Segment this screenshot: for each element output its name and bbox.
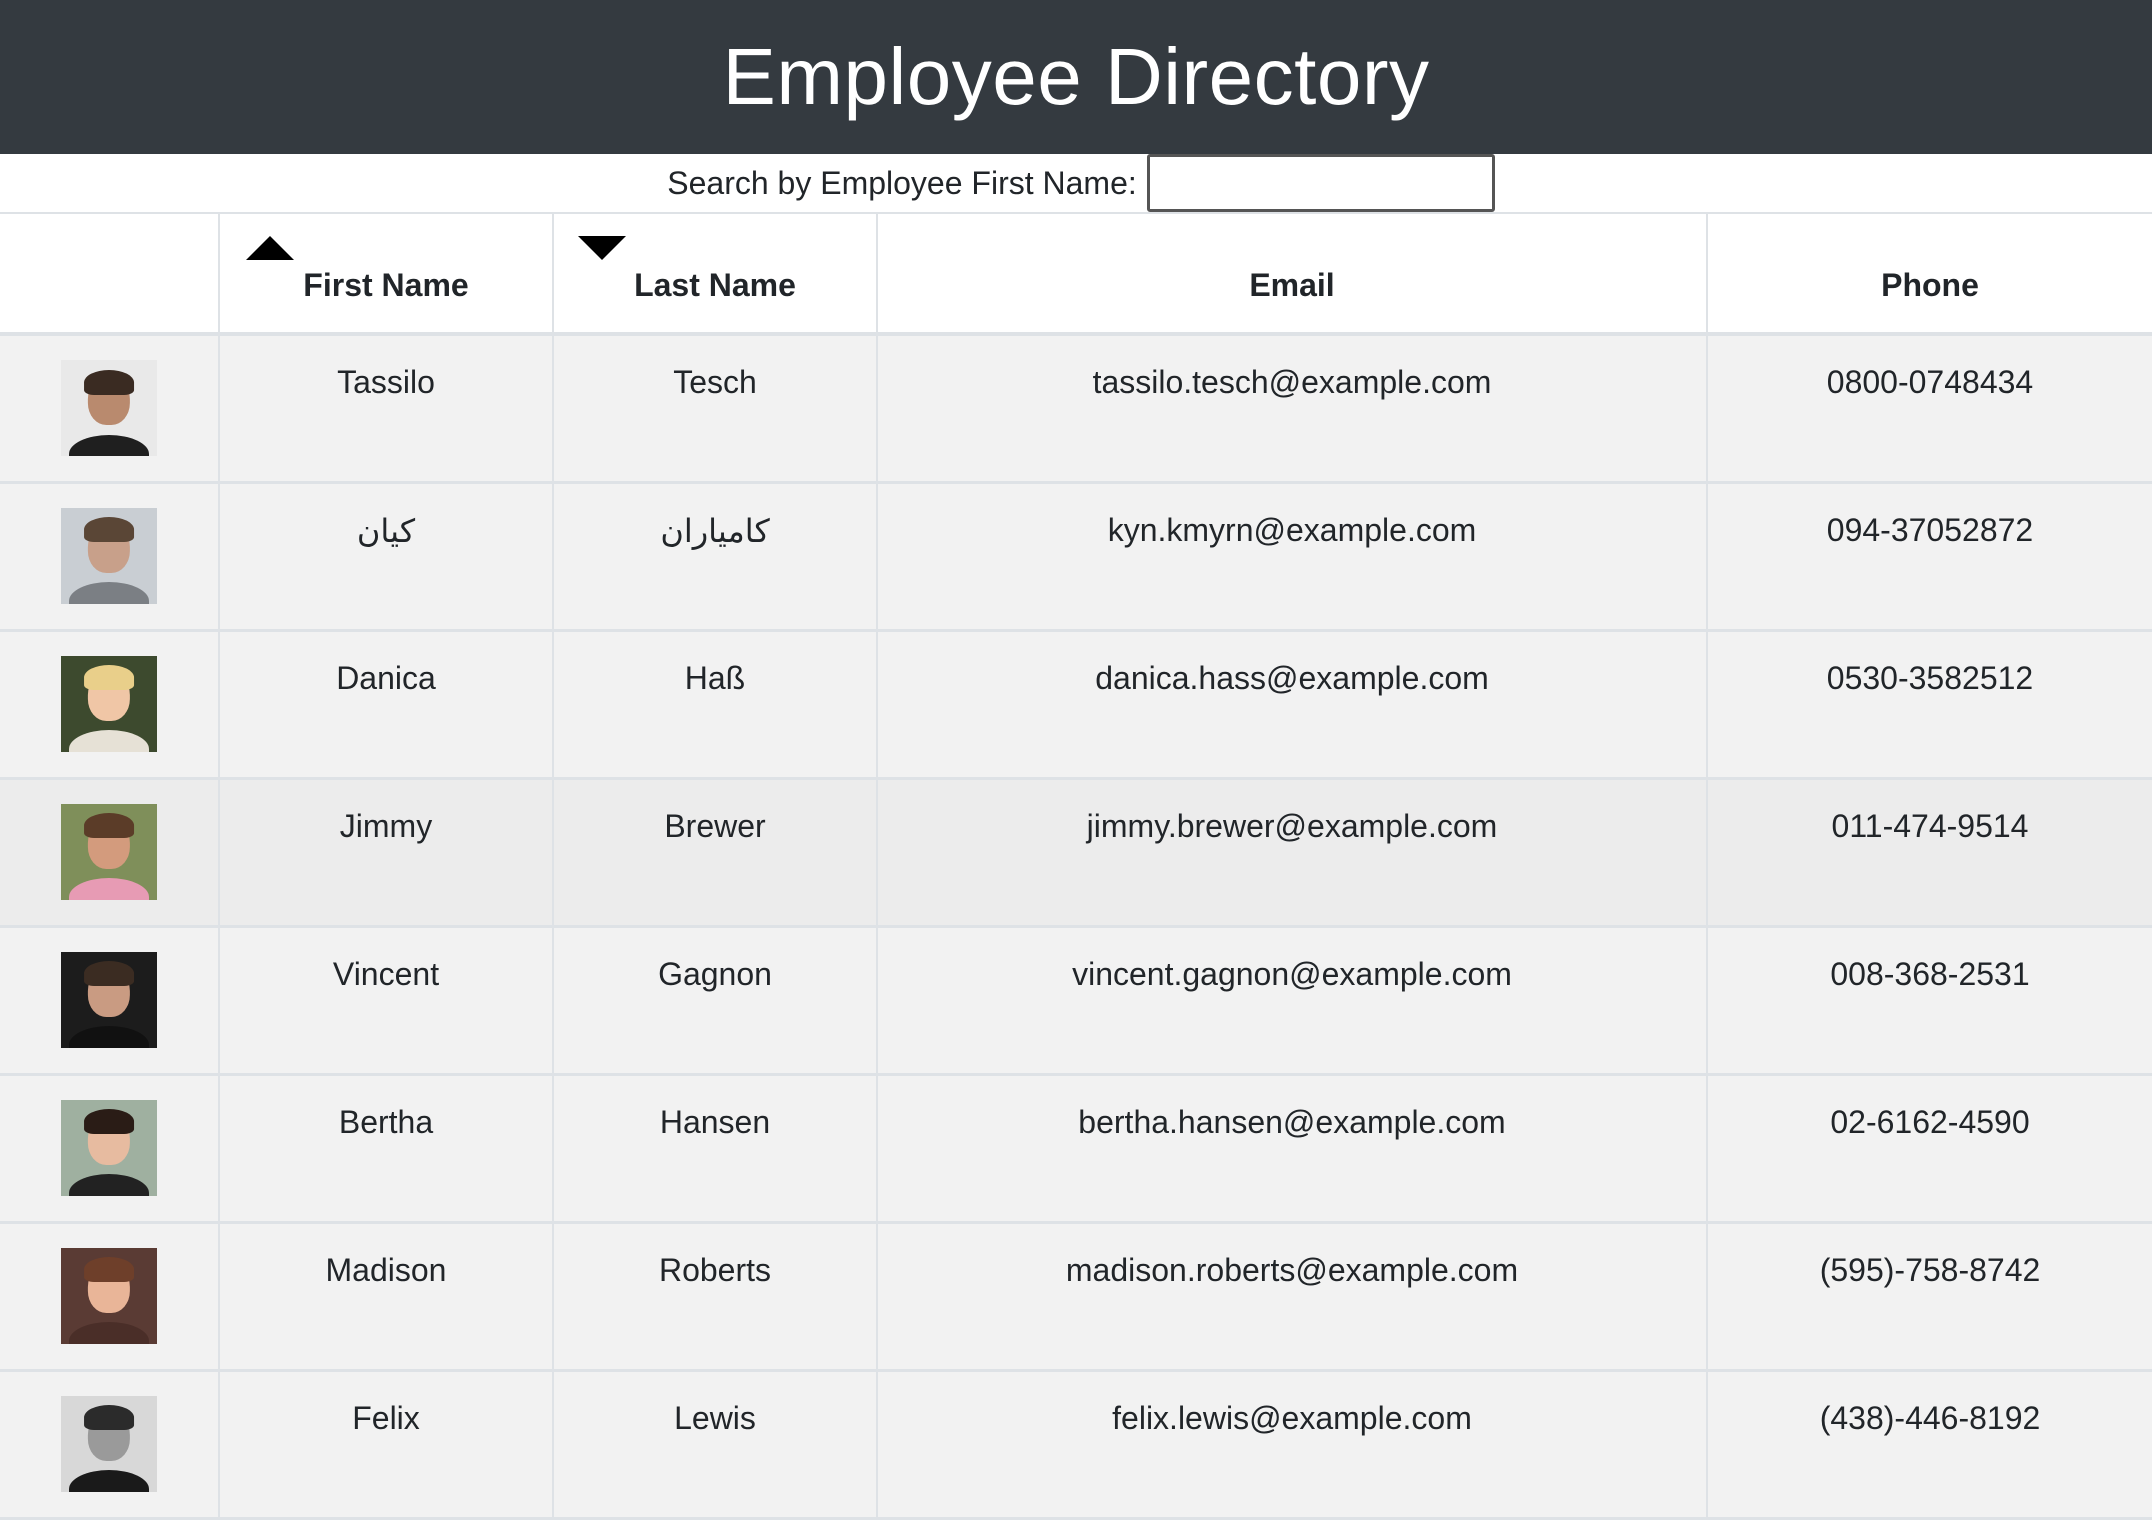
phone-cell: 02-6162-4590 xyxy=(1707,1074,2152,1224)
page-title: Employee Directory xyxy=(722,32,1430,121)
avatar xyxy=(61,803,157,900)
table-row: Bertha Hansen bertha.hansen@example.com 02-… xyxy=(0,1074,2152,1224)
email-cell: danica.hass@example.com xyxy=(877,630,1708,780)
email-cell: vincent.gagnon@example.com xyxy=(877,926,1708,1076)
first-name-cell: Tassilo xyxy=(219,334,554,484)
avatar-cell xyxy=(0,1370,220,1520)
first-name-column-header[interactable]: First Name xyxy=(219,214,554,336)
avatar xyxy=(61,507,157,604)
table-row: Vincent Gagnon vincent.gagnon@example.com 0… xyxy=(0,926,2152,1076)
phone-cell: 0800-0748434 xyxy=(1707,334,2152,484)
avatar xyxy=(61,360,157,456)
first-name-cell: Danica xyxy=(219,630,554,780)
first-name-cell: Jimmy xyxy=(219,778,554,928)
table-header-row: First Name Last Name Email Phone xyxy=(0,214,2152,336)
phone-cell: 0530-3582512 xyxy=(1707,630,2152,780)
avatar-cell xyxy=(0,1222,220,1372)
last-name-cell: Brewer xyxy=(553,778,878,928)
email-cell: kyn.kmyrn@example.com xyxy=(877,482,1708,632)
phone-cell: (438)-446-8192 xyxy=(1707,1370,2152,1520)
employee-table: First Name Last Name Email Phone Tassilo… xyxy=(0,214,2152,1520)
avatar-cell xyxy=(0,482,220,632)
avatar-cell xyxy=(0,778,220,928)
email-cell: jimmy.brewer@example.com xyxy=(877,778,1708,928)
avatar-cell xyxy=(0,1074,220,1224)
sort-ascending-icon[interactable] xyxy=(246,236,294,260)
first-name-cell: Vincent xyxy=(219,926,554,1076)
phone-cell: 094-37052872 xyxy=(1707,482,2152,632)
avatar xyxy=(61,1247,157,1344)
email-cell: felix.lewis@example.com xyxy=(877,1370,1708,1520)
search-bar: Search by Employee First Name: xyxy=(0,154,2152,214)
last-name-cell: Haß xyxy=(553,630,878,780)
image-column-header xyxy=(0,214,220,336)
email-cell: tassilo.tesch@example.com xyxy=(877,334,1708,484)
first-name-cell: Madison xyxy=(219,1222,554,1372)
last-name-cell: Roberts xyxy=(553,1222,878,1372)
email-cell: madison.roberts@example.com xyxy=(877,1222,1708,1372)
last-name-cell: Lewis xyxy=(553,1370,878,1520)
table-row: Madison Roberts madison.roberts@example.co… xyxy=(0,1222,2152,1372)
search-label: Search by Employee First Name: xyxy=(667,164,1137,201)
search-input[interactable] xyxy=(1146,154,1495,212)
first-name-cell: Bertha xyxy=(219,1074,554,1224)
table-row: Jimmy Brewer jimmy.brewer@example.com 011-4… xyxy=(0,778,2152,928)
avatar xyxy=(61,1099,157,1196)
table-row: کیان کامیاران kyn.kmyrn@example.com 094-370… xyxy=(0,482,2152,632)
last-name-column-header[interactable]: Last Name xyxy=(553,214,878,336)
avatar xyxy=(61,1395,157,1492)
phone-cell: (595)-758-8742 xyxy=(1707,1222,2152,1372)
first-name-header-label: First Name xyxy=(303,267,469,303)
phone-column-header: Phone xyxy=(1707,214,2152,336)
first-name-cell: کیان xyxy=(219,482,554,632)
last-name-cell: کامیاران xyxy=(553,482,878,632)
last-name-cell: Gagnon xyxy=(553,926,878,1076)
phone-cell: 008-368-2531 xyxy=(1707,926,2152,1076)
avatar-cell xyxy=(0,630,220,780)
email-column-header: Email xyxy=(877,214,1708,336)
phone-cell: 011-474-9514 xyxy=(1707,778,2152,928)
sort-descending-icon[interactable] xyxy=(578,236,626,260)
email-cell: bertha.hansen@example.com xyxy=(877,1074,1708,1224)
table-row: Felix Lewis felix.lewis@example.com (438)-4… xyxy=(0,1370,2152,1520)
avatar xyxy=(61,951,157,1048)
last-name-cell: Tesch xyxy=(553,334,878,484)
last-name-header-label: Last Name xyxy=(634,267,796,303)
avatar xyxy=(61,655,157,752)
app-header: Employee Directory xyxy=(0,0,2152,154)
avatar-cell xyxy=(0,334,220,484)
table-row: Tassilo Tesch tassilo.tesch@example.com 080… xyxy=(0,334,2152,484)
avatar-cell xyxy=(0,926,220,1076)
last-name-cell: Hansen xyxy=(553,1074,878,1224)
first-name-cell: Felix xyxy=(219,1370,554,1520)
table-row: Danica Haß danica.hass@example.com 0530-358… xyxy=(0,630,2152,780)
